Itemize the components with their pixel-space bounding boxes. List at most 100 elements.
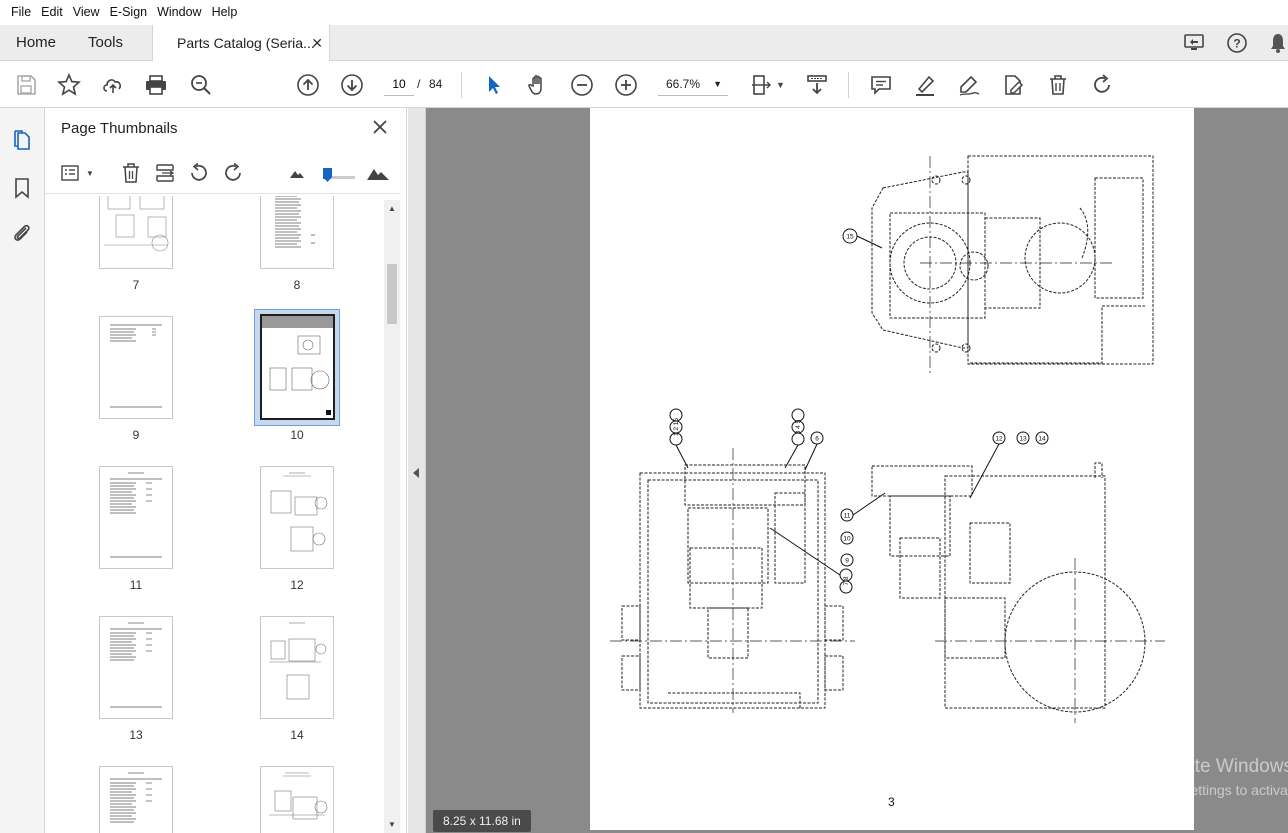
callout-13: 13 xyxy=(1019,436,1027,443)
thumbnail-scrollbar[interactable]: ▲ ▼ xyxy=(384,200,400,833)
scroll-down-icon[interactable]: ▼ xyxy=(388,820,396,829)
thumbnail-label: 8 xyxy=(293,278,301,292)
page-up-icon[interactable] xyxy=(294,71,322,99)
bookmarks-icon[interactable] xyxy=(10,176,34,200)
scroll-mode-icon[interactable] xyxy=(803,71,831,99)
navigation-rail xyxy=(0,108,45,833)
thumbnail-label: 10 xyxy=(290,428,304,442)
thumbnail-label: 7 xyxy=(132,278,140,292)
page-thumbnails-icon[interactable] xyxy=(10,128,34,152)
bookmark-star-icon[interactable] xyxy=(55,71,83,99)
attachments-icon[interactable] xyxy=(10,221,34,245)
panel-title: Page Thumbnails xyxy=(61,120,178,137)
share-screen-icon[interactable] xyxy=(1182,31,1206,55)
thumbnail-page-15[interactable] xyxy=(99,766,173,833)
edit-pdf-icon[interactable] xyxy=(999,71,1027,99)
zoom-out-icon[interactable] xyxy=(568,71,596,99)
tab-document-label: Parts Catalog (Seria... xyxy=(177,35,315,51)
collapse-arrow-icon xyxy=(413,468,419,478)
tab-home[interactable]: Home xyxy=(16,25,56,61)
thumbnail-page-10[interactable] xyxy=(260,314,335,420)
thumbnail-page-7[interactable] xyxy=(99,196,173,269)
scrollbar-thumb[interactable] xyxy=(387,264,397,324)
fit-page-dropdown-icon[interactable]: ▼ xyxy=(776,80,785,90)
thumbnail-page-14[interactable] xyxy=(260,616,334,719)
thumbnail-page-13[interactable] xyxy=(99,616,173,719)
insert-pages-icon[interactable] xyxy=(152,160,178,186)
thumbnail-page-8[interactable] xyxy=(260,196,334,269)
delete-icon[interactable] xyxy=(1044,71,1072,99)
thumbnail-size-slider[interactable] xyxy=(323,168,355,182)
thumbnail-page-11[interactable] xyxy=(99,466,173,569)
acrobat-window: File Edit View E-Sign Window Help Home T… xyxy=(0,0,1288,833)
pdf-page: 15 1 2 16 3 4 5 6 7 8 12 13 14 11 10 9 3 xyxy=(590,108,1194,830)
comment-icon[interactable] xyxy=(867,71,895,99)
callout-11: 11 xyxy=(844,513,851,520)
rotate-icon[interactable] xyxy=(1088,71,1116,99)
slider-handle[interactable] xyxy=(323,168,332,182)
zoom-in-icon[interactable] xyxy=(612,71,640,99)
parts-drawing: 15 1 2 16 3 4 5 6 7 8 12 13 14 11 10 9 xyxy=(610,155,1165,723)
thumbnail-large-icon[interactable] xyxy=(365,160,391,186)
rotate-right-icon[interactable] xyxy=(220,160,246,186)
tab-bar: Home Tools Parts Catalog (Seria... ✕ ? xyxy=(0,25,1288,61)
delete-pages-icon[interactable] xyxy=(118,160,144,186)
menu-file[interactable]: File xyxy=(6,0,36,25)
thumbnail-small-icon[interactable] xyxy=(284,160,310,186)
help-icon[interactable]: ? xyxy=(1225,31,1249,55)
close-panel-icon[interactable] xyxy=(369,116,391,138)
page-separator: / xyxy=(417,77,421,91)
zoom-value: 66.7% xyxy=(666,77,701,91)
document-viewer[interactable]: 15 1 2 16 3 4 5 6 7 8 12 13 14 11 10 9 3… xyxy=(408,108,1288,833)
page-footer-number: 3 xyxy=(888,795,895,809)
callout-15: 15 xyxy=(846,234,854,241)
collapse-panel-handle[interactable] xyxy=(408,108,426,833)
page-total: 84 xyxy=(429,77,443,91)
thumbnail-page-16[interactable] xyxy=(260,766,334,833)
upload-cloud-icon[interactable] xyxy=(99,71,127,99)
activation-watermark-sub: Go to Settings to activate Windows. xyxy=(1143,782,1288,798)
callout-12: 12 xyxy=(995,436,1003,443)
zoom-search-icon[interactable] xyxy=(187,71,215,99)
menu-esign[interactable]: E-Sign xyxy=(105,0,153,25)
tab-tools[interactable]: Tools xyxy=(88,25,123,61)
callout-10: 10 xyxy=(843,536,851,543)
callout-3-4-5: 3 4 5 xyxy=(795,419,802,434)
menu-edit[interactable]: Edit xyxy=(36,0,68,25)
callout-6: 6 xyxy=(815,436,819,443)
options-dropdown-icon[interactable]: ▼ xyxy=(86,169,94,178)
thumbnail-label: 12 xyxy=(290,578,304,592)
thumbnail-label: 11 xyxy=(129,578,143,592)
menu-bar: File Edit View E-Sign Window Help xyxy=(0,0,1288,25)
thumbnail-page-12[interactable] xyxy=(260,466,334,569)
page-down-icon[interactable] xyxy=(338,71,366,99)
main-toolbar: ▼ xyxy=(0,62,1288,108)
menu-view[interactable]: View xyxy=(68,0,105,25)
thumbnails-panel: Page Thumbnails ▼ 7 8 9 10 11 12 13 14 ▲… xyxy=(45,108,407,833)
menu-help[interactable]: Help xyxy=(207,0,243,25)
thumbnail-page-9[interactable] xyxy=(99,316,173,419)
scroll-up-icon[interactable]: ▲ xyxy=(388,204,396,213)
page-number-input[interactable] xyxy=(384,72,414,96)
tab-document[interactable]: Parts Catalog (Seria... ✕ xyxy=(152,25,330,61)
thumbnail-toolbar: ▼ xyxy=(45,154,400,194)
menu-window[interactable]: Window xyxy=(152,0,206,25)
thumbnail-label: 14 xyxy=(290,728,304,742)
notifications-bell-icon[interactable] xyxy=(1266,31,1288,55)
zoom-select[interactable]: 66.7% ▼ xyxy=(658,72,728,96)
close-tab-icon[interactable]: ✕ xyxy=(311,35,323,52)
page-size-badge: 8.25 x 11.68 in xyxy=(433,810,531,832)
options-menu-icon[interactable] xyxy=(59,160,85,186)
sign-icon[interactable] xyxy=(955,71,983,99)
zoom-dropdown-icon: ▼ xyxy=(713,79,722,89)
callout-14: 14 xyxy=(1038,436,1046,443)
print-icon[interactable] xyxy=(142,71,170,99)
thumbnail-label: 13 xyxy=(129,728,143,742)
save-icon[interactable] xyxy=(12,71,40,99)
fit-page-icon[interactable] xyxy=(747,71,775,99)
select-cursor-icon[interactable] xyxy=(480,71,508,99)
highlight-icon[interactable] xyxy=(911,71,939,99)
rotate-left-icon[interactable] xyxy=(186,160,212,186)
toolbar-separator xyxy=(461,72,462,98)
hand-tool-icon[interactable] xyxy=(524,71,552,99)
